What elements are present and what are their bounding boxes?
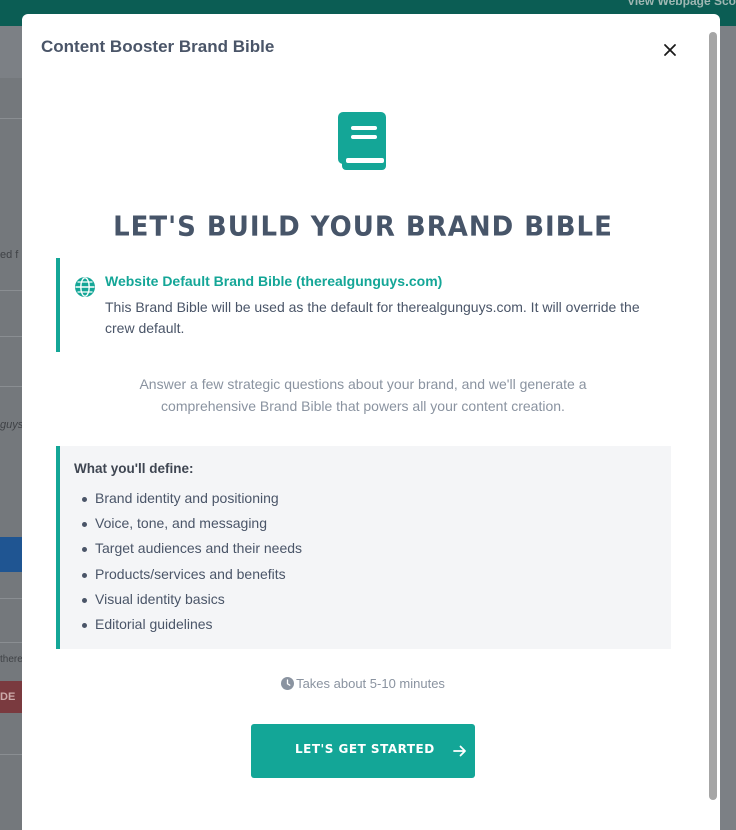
lets-get-started-button[interactable]: LET'S GET STARTED (251, 724, 475, 778)
close-button[interactable] (660, 40, 680, 60)
bullet-icon (82, 547, 87, 553)
page-headline: LET'S BUILD YOUR BRAND BIBLE (113, 211, 613, 243)
info-box-title: Website Default Brand Bible (therealgung… (105, 273, 443, 289)
intro-text: Answer a few strategic questions about y… (139, 376, 587, 414)
list-item: Editorial guidelines (82, 612, 302, 637)
book-icon (338, 112, 386, 170)
background-divider (0, 118, 22, 119)
arrow-right-icon (453, 745, 466, 757)
globe-icon (75, 277, 95, 297)
background-text-fragment: there (0, 654, 22, 665)
info-box-text: This Brand Bible will be used as the def… (105, 299, 640, 336)
background-divider (0, 598, 22, 599)
list-item-label: Products/services and benefits (95, 565, 286, 582)
background-red-button: DE (0, 681, 22, 713)
bullet-icon (82, 497, 87, 502)
bullet-icon (82, 622, 87, 628)
bullet-icon (82, 597, 87, 603)
background-view-webpage-link: View Webpage Sco (627, 0, 736, 8)
background-divider (0, 754, 22, 755)
background-panel (0, 78, 22, 830)
background-blue-button (0, 537, 22, 572)
list-item-label: Voice, tone, and messaging (95, 515, 268, 532)
background-text-fragment: ed f (0, 249, 19, 261)
list-item: Brand identity and positioning (82, 486, 302, 511)
list-item-label: Visual identity basics (95, 590, 225, 607)
list-item: Visual identity basics (82, 587, 302, 612)
list-item: Voice, tone, and messaging (82, 511, 302, 536)
website-default-info-box: Website Default Brand Bible (therealgung… (56, 258, 670, 352)
list-item: Target audiences and their needs (82, 536, 302, 561)
brand-bible-modal: Content Booster Brand Bible LET'S BUILD … (22, 14, 720, 830)
list-item-label: Target audiences and their needs (95, 540, 303, 557)
what-youll-define-box: What you'll define: Brand identity and p… (56, 446, 671, 649)
list-item-label: Editorial guidelines (95, 615, 213, 632)
modal-scrollbar-thumb[interactable] (709, 32, 717, 800)
time-estimate: Takes about 5-10 minutes (22, 676, 704, 691)
background-red-button-label: DE (0, 691, 16, 703)
modal-title: Content Booster Brand Bible (41, 37, 275, 56)
start-button-label: LET'S GET STARTED (295, 742, 435, 756)
background-text-fragment: guys (0, 419, 22, 431)
bullet-icon (82, 522, 87, 528)
list-item: Products/services and benefits (82, 562, 302, 587)
define-list: Brand identity and positioning Voice, to… (82, 486, 302, 637)
background-divider (0, 336, 22, 337)
close-icon (664, 44, 676, 56)
define-box-title: What you'll define: (74, 461, 194, 476)
time-estimate-label: Takes about 5-10 minutes (296, 676, 445, 691)
modal-header: Content Booster Brand Bible (22, 14, 720, 82)
background-divider (0, 290, 22, 291)
background-divider (0, 642, 22, 643)
modal-scrollbar[interactable] (708, 32, 718, 818)
background-right-edge (720, 26, 736, 830)
bullet-icon (82, 572, 87, 578)
list-item-label: Brand identity and positioning (95, 490, 279, 506)
background-divider (0, 386, 22, 387)
clock-icon (281, 677, 295, 690)
